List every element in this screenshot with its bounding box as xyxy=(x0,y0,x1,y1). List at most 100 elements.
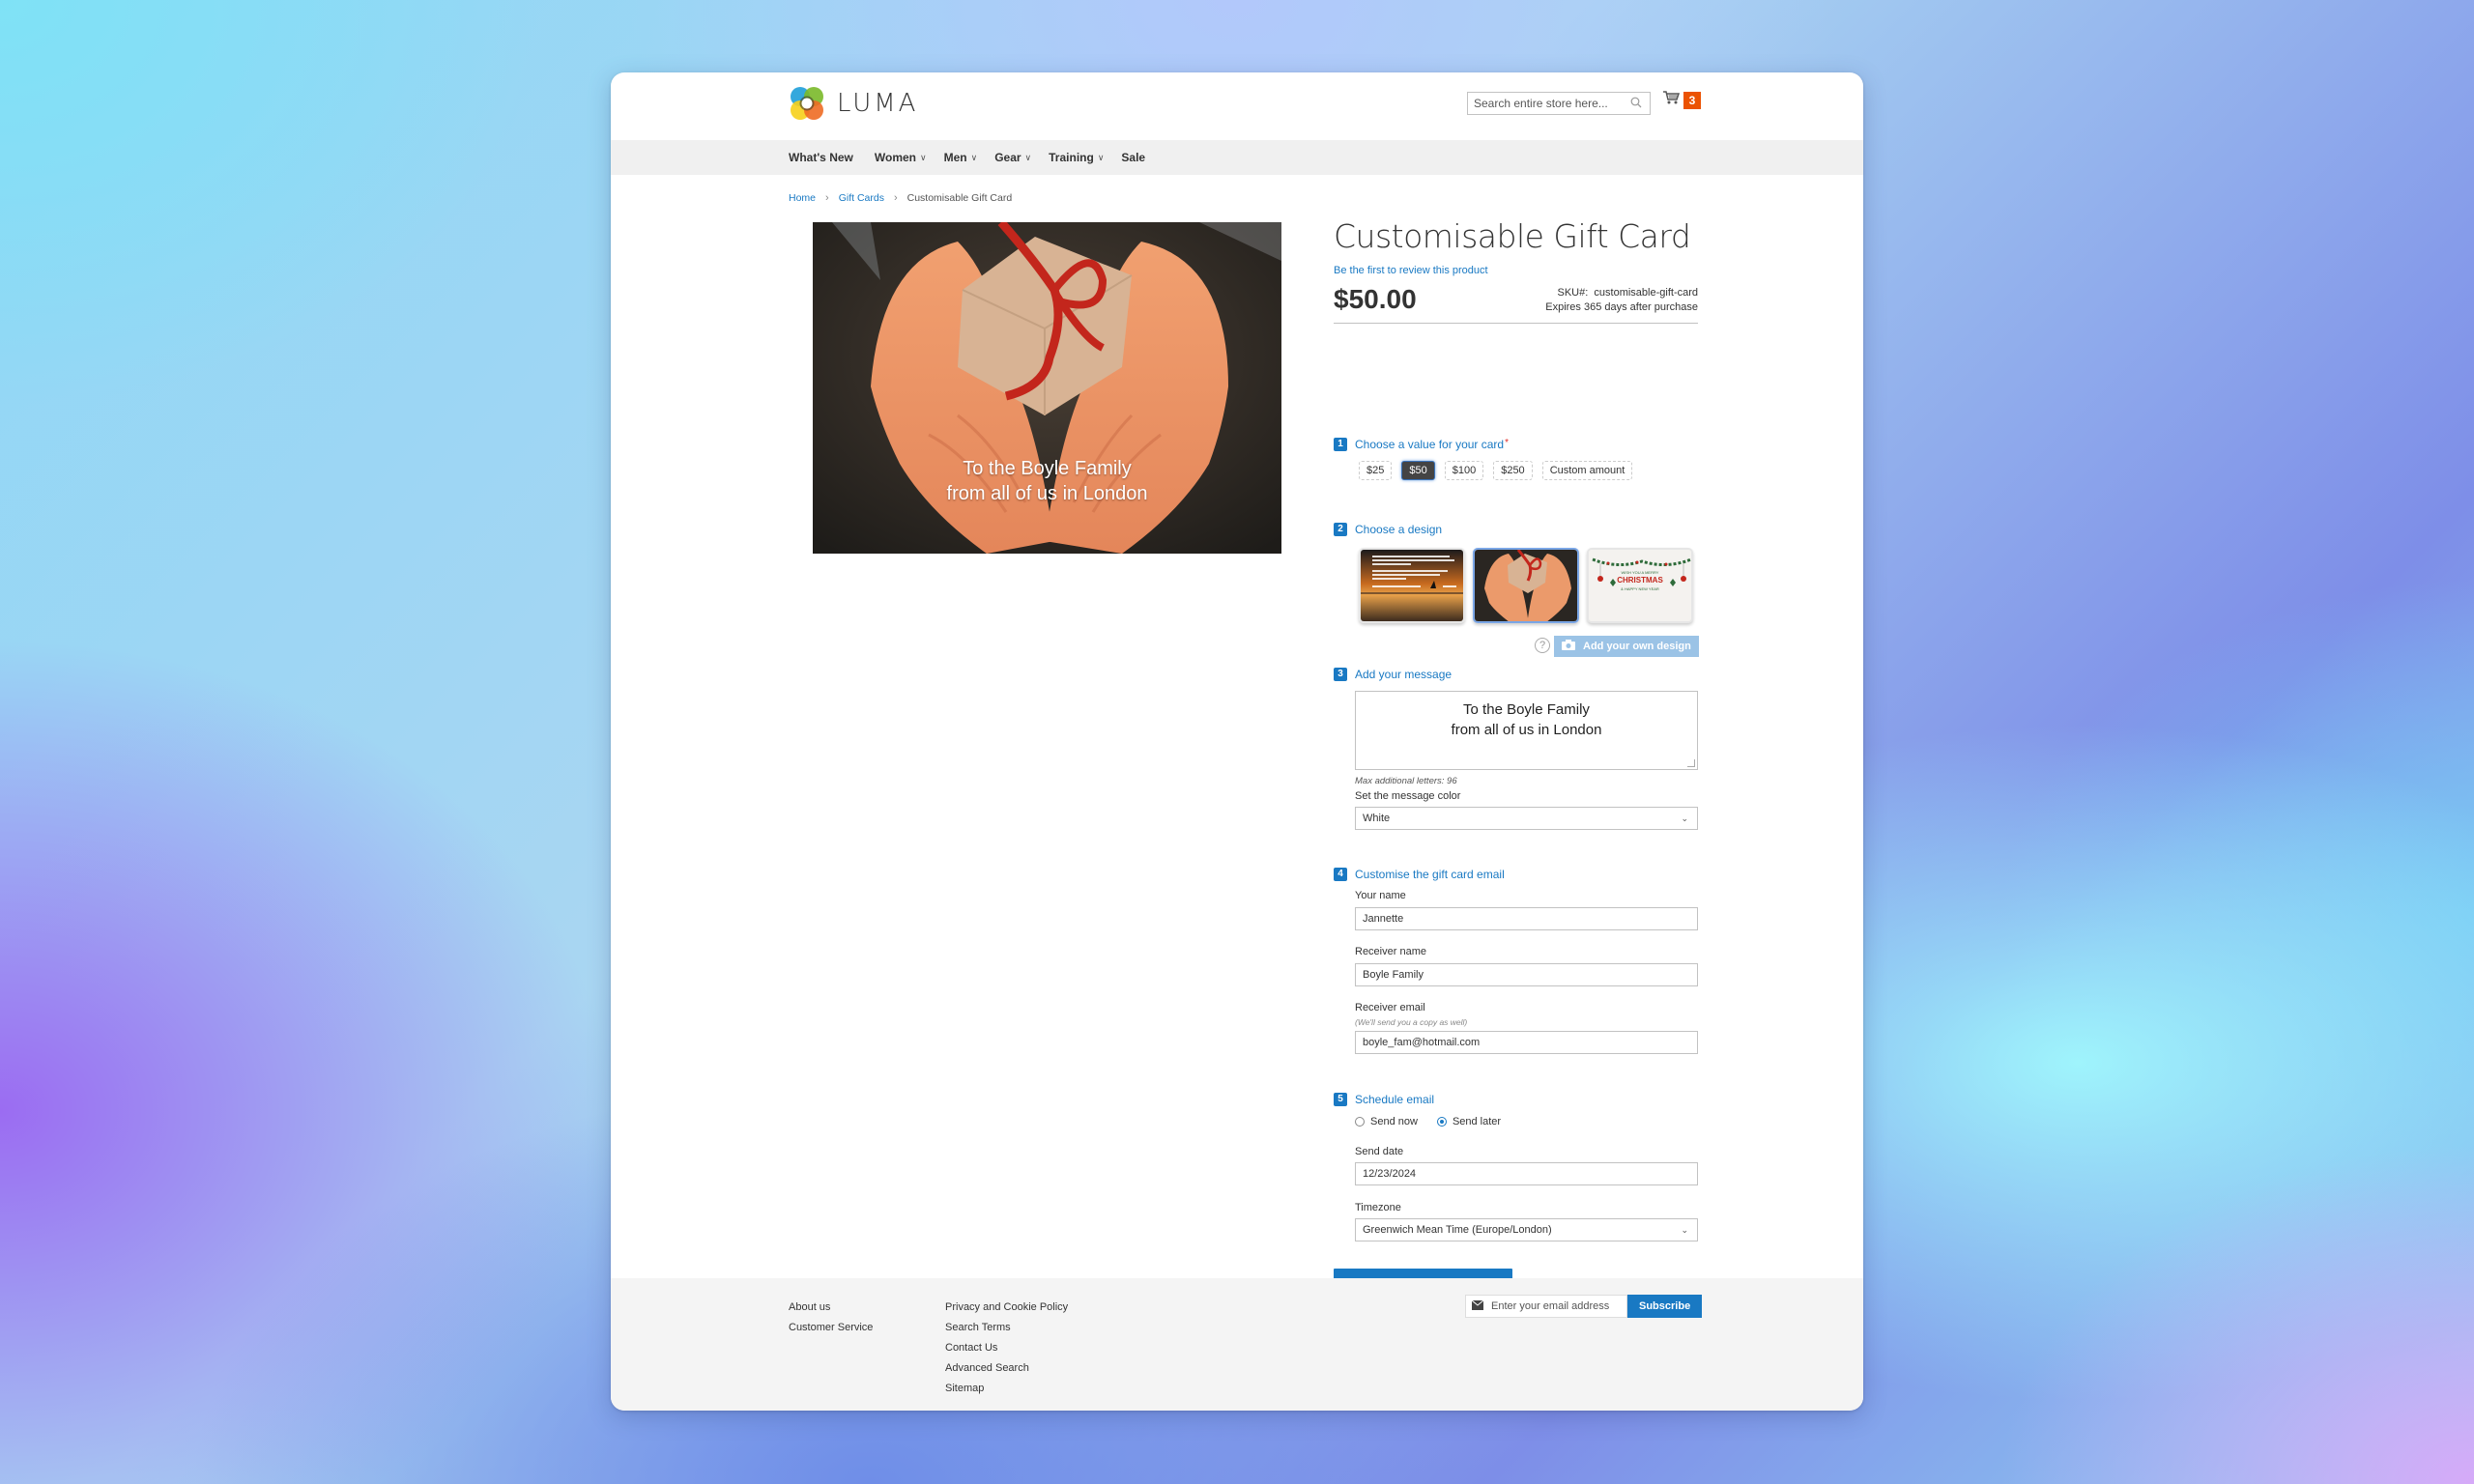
footer-links-col-2: Privacy and Cookie Policy Search Terms Con… xyxy=(945,1298,1068,1399)
breadcrumb-separator: › xyxy=(893,192,898,204)
step-number: 2 xyxy=(1334,523,1347,536)
step-number: 4 xyxy=(1334,868,1347,881)
chevron-down-icon: ⌄ xyxy=(1681,1224,1688,1235)
footer-link[interactable]: Search Terms xyxy=(945,1318,1068,1338)
breadcrumb-home[interactable]: Home xyxy=(789,192,816,204)
search-input[interactable]: Search entire store here... xyxy=(1467,92,1651,115)
nav-item-men[interactable]: Men ∨ xyxy=(944,151,978,164)
nav-item-label: Women xyxy=(874,151,916,164)
footer-link[interactable]: About us xyxy=(789,1298,873,1318)
design-option-sunset[interactable] xyxy=(1359,548,1465,623)
design-option-hands-gift[interactable] xyxy=(1473,548,1579,623)
your-name-input[interactable]: Jannette xyxy=(1355,907,1698,930)
nav-item-gear[interactable]: Gear ∨ xyxy=(994,151,1031,164)
design-options: WISH YOU A MERRY CHRISTMAS & HAPPY NEW Y… xyxy=(1359,548,1693,623)
preview-message: To the Boyle Family from all of us in Lo… xyxy=(813,456,1281,506)
amount-option[interactable]: $100 xyxy=(1444,461,1484,480)
receiver-name-value: Boyle Family xyxy=(1363,969,1424,981)
step-2-header: 2 Choose a design xyxy=(1334,523,1442,536)
product-title: Customisable Gift Card xyxy=(1334,217,1691,255)
help-icon[interactable]: ? xyxy=(1535,638,1550,653)
nav-item-label: Training xyxy=(1049,151,1094,164)
minicart-button[interactable]: 3 xyxy=(1662,90,1701,110)
footer-link[interactable]: Privacy and Cookie Policy xyxy=(945,1298,1068,1318)
amount-options: $25 $50 $100 $250 Custom amount xyxy=(1359,461,1633,480)
step-number: 1 xyxy=(1334,438,1347,451)
sku-value: customisable-gift-card xyxy=(1594,287,1698,299)
radio-button[interactable] xyxy=(1355,1117,1365,1127)
nav-item-label: Men xyxy=(943,151,967,164)
chevron-down-icon: ∨ xyxy=(970,152,978,162)
newsletter-form: Enter your email address Subscribe xyxy=(1465,1295,1703,1318)
step-3-header: 3 Add your message xyxy=(1334,668,1452,681)
chevron-down-icon: ∨ xyxy=(1024,152,1032,162)
newsletter-email-input[interactable]: Enter your email address xyxy=(1465,1295,1627,1318)
message-textarea[interactable]: To the Boyle Family from all of us in Lo… xyxy=(1355,691,1698,770)
add-own-design-label: Add your own design xyxy=(1583,641,1691,652)
breadcrumb-gift-cards[interactable]: Gift Cards xyxy=(839,192,884,204)
nav-item-label: Sale xyxy=(1121,151,1146,164)
amount-option[interactable]: $250 xyxy=(1493,461,1533,480)
timezone-select[interactable]: Greenwich Mean Time (Europe/London) ⌄ xyxy=(1355,1218,1698,1241)
newsletter-placeholder: Enter your email address xyxy=(1491,1300,1610,1312)
cart-icon xyxy=(1662,90,1681,110)
chevron-down-icon: ⌄ xyxy=(1681,813,1688,823)
sku-info: SKU#: customisable-gift-card Expires 365… xyxy=(1545,286,1698,315)
nav-item-women[interactable]: Women ∨ xyxy=(875,151,927,164)
step-number: 3 xyxy=(1334,668,1347,681)
radio-button[interactable] xyxy=(1436,1117,1447,1127)
footer-link[interactable]: Contact Us xyxy=(945,1338,1068,1358)
receiver-email-input[interactable]: boyle_fam@hotmail.com xyxy=(1355,1031,1698,1054)
amount-option[interactable]: $25 xyxy=(1359,461,1393,480)
step-label: Choose a value for your card* xyxy=(1355,438,1509,451)
nav-item-training[interactable]: Training ∨ xyxy=(1049,151,1104,164)
footer-links-col-1: About us Customer Service xyxy=(789,1298,873,1338)
step-4-header: 4 Customise the gift card email xyxy=(1334,868,1505,881)
expiry-text: Expires 365 days after purchase xyxy=(1545,301,1698,313)
amount-option[interactable]: $50 xyxy=(1401,461,1435,480)
step-1-header: 1 Choose a value for your card* xyxy=(1334,438,1509,451)
nav-item-sale[interactable]: Sale xyxy=(1121,151,1145,164)
cart-count-badge: 3 xyxy=(1683,91,1701,109)
receiver-name-input[interactable]: Boyle Family xyxy=(1355,963,1698,986)
your-name-value: Jannette xyxy=(1363,913,1404,925)
breadcrumb-current: Customisable Gift Card xyxy=(906,192,1013,204)
send-later-radio[interactable]: Send later xyxy=(1436,1116,1501,1127)
send-date-input[interactable]: 12/23/2024 xyxy=(1355,1162,1698,1185)
step-label: Customise the gift card email xyxy=(1355,868,1505,881)
footer-link[interactable]: Advanced Search xyxy=(945,1358,1068,1379)
nav-item-label: What's New xyxy=(789,151,853,164)
design-option-christmas[interactable]: WISH YOU A MERRY CHRISTMAS & HAPPY NEW Y… xyxy=(1587,548,1693,623)
price-row: $50.00 SKU#: customisable-gift-card Expi… xyxy=(1334,284,1698,324)
send-date-value: 12/23/2024 xyxy=(1363,1168,1417,1180)
brand-name: LUMA xyxy=(837,89,919,118)
christmas-top-text: WISH YOU A MERRY xyxy=(1621,570,1659,575)
resize-handle[interactable] xyxy=(1687,759,1695,767)
envelope-icon xyxy=(1471,1299,1484,1313)
luma-logo[interactable]: LUMA xyxy=(789,84,918,123)
nav-item-what-s-new[interactable]: What's New xyxy=(789,151,853,164)
amount-option[interactable]: Custom amount xyxy=(1541,461,1633,480)
add-own-design-button[interactable]: Add your own design xyxy=(1554,636,1699,657)
message-line-1: To the Boyle Family xyxy=(1463,701,1590,718)
send-now-radio[interactable]: Send now xyxy=(1355,1116,1418,1127)
product-info: Customisable Gift Card Be the first to r… xyxy=(1334,217,1699,1307)
product-price: $50.00 xyxy=(1334,284,1417,314)
review-link[interactable]: Be the first to review this product xyxy=(1334,265,1698,276)
receiver-email-value: boyle_fam@hotmail.com xyxy=(1363,1037,1481,1048)
step-label: Schedule email xyxy=(1355,1093,1435,1106)
luma-logo-icon xyxy=(789,85,825,122)
step-label: Add your message xyxy=(1355,668,1453,681)
footer-link[interactable]: Sitemap xyxy=(945,1379,1068,1399)
receiver-email-hint: (We'll send you a copy as well) xyxy=(1355,1017,1468,1027)
breadcrumb: Home › Gift Cards › Customisable Gift Ca… xyxy=(789,192,1012,204)
footer-link[interactable]: Customer Service xyxy=(789,1318,873,1338)
message-color-select[interactable]: White ⌄ xyxy=(1355,807,1698,830)
subscribe-button[interactable]: Subscribe xyxy=(1627,1295,1703,1318)
message-color-value: White xyxy=(1363,813,1391,824)
your-name-label: Your name xyxy=(1355,890,1406,901)
footer: About us Customer Service Privacy and Coo… xyxy=(611,1278,1863,1411)
camera-icon xyxy=(1562,640,1575,653)
christmas-main-text: CHRISTMAS xyxy=(1617,576,1663,585)
search-icon[interactable] xyxy=(1630,97,1644,110)
